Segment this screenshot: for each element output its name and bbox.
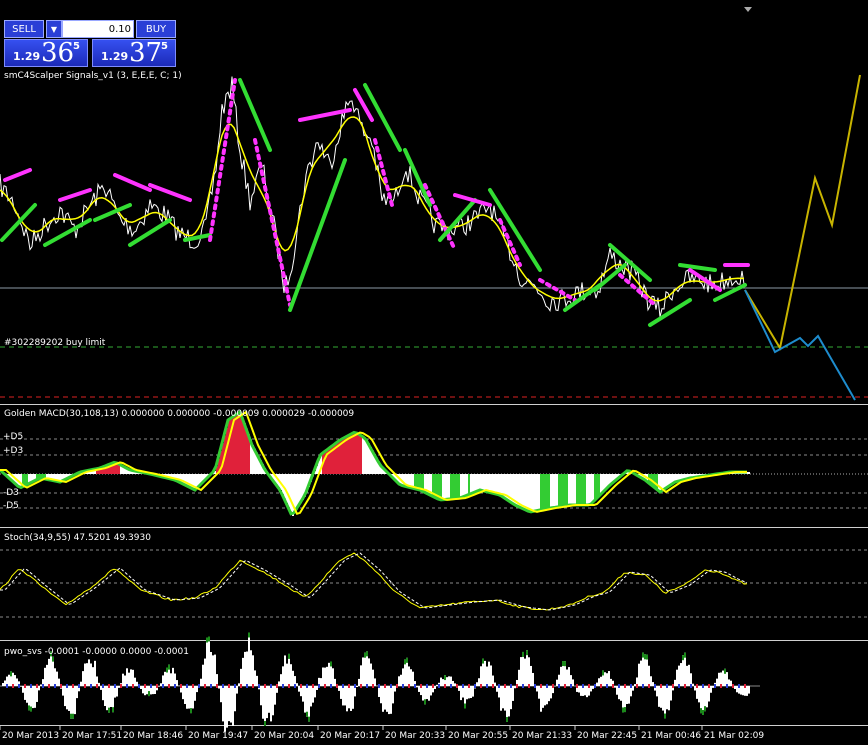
- stoch-level-lines: [0, 549, 868, 618]
- buy-price-main: 37: [129, 38, 163, 68]
- time-axis-label: 20 Mar 20:33: [385, 731, 445, 741]
- macd-level-label: +D5: [3, 432, 23, 442]
- sell-price-sup: 5: [73, 41, 80, 52]
- pwo-indicator-label: pwo_svs -0.0001 -0.0000 0.0000 -0.0001: [4, 647, 189, 657]
- macd-level-label: -D5: [3, 501, 19, 511]
- time-axis-label: 20 Mar 20:17: [320, 731, 380, 741]
- buy-button[interactable]: BUY: [136, 20, 176, 38]
- main-indicator-label: smC4Scalper Signals_v1 (3, E,E,E, C; 1): [4, 71, 182, 81]
- buy-price-sup: 5: [161, 41, 168, 52]
- time-axis-label: 20 Mar 18:46: [123, 731, 183, 741]
- lot-size-input[interactable]: [62, 20, 134, 38]
- macd-level-label: +D3: [3, 446, 23, 456]
- time-axis-label: 20 Mar 2013: [2, 731, 59, 741]
- stoch-indicator-label: Stoch(34,9,55) 47.5201 49.3930: [4, 533, 151, 543]
- buy-price-prefix: 1.29: [101, 50, 129, 63]
- main-price-series: [0, 74, 861, 401]
- one-click-trading-panel: SELL ▼ BUY 1.29 36 5 1.29 37 5: [2, 19, 176, 68]
- stoch-lines: [0, 552, 748, 611]
- chart-canvas[interactable]: smC4Scalper Signals_v1 (3, E,E,E, C; 1) …: [0, 0, 868, 745]
- time-axis: 20 Mar 2013 20 Mar 17:51 20 Mar 18:46 20 Ma…: [0, 726, 764, 741]
- buy-price-box[interactable]: 1.29 37 5: [92, 38, 176, 68]
- time-axis-label: 20 Mar 20:04: [254, 731, 314, 741]
- sell-button[interactable]: SELL: [4, 20, 44, 38]
- time-axis-label: 20 Mar 17:51: [62, 731, 122, 741]
- sell-price-prefix: 1.29: [13, 50, 41, 63]
- sell-price-box[interactable]: 1.29 36 5: [4, 38, 88, 68]
- chevron-down-icon: ▼: [50, 24, 58, 34]
- time-axis-label: 20 Mar 20:55: [448, 731, 508, 741]
- time-axis-label: 21 Mar 02:09: [704, 731, 764, 741]
- chart-shift-marker[interactable]: [744, 7, 752, 12]
- order-label[interactable]: #302289202 buy limit: [4, 338, 106, 348]
- macd-histogram: [0, 409, 750, 516]
- time-axis-label: 20 Mar 22:45: [577, 731, 637, 741]
- macd-indicator-label: Golden MACD(30,108,13) 0.000000 0.000000…: [4, 409, 354, 419]
- time-axis-label: 20 Mar 21:33: [512, 731, 572, 741]
- time-axis-label: 20 Mar 19:47: [188, 731, 248, 741]
- sell-price-main: 36: [41, 38, 75, 68]
- time-axis-label: 21 Mar 00:46: [641, 731, 701, 741]
- lot-dropdown[interactable]: ▼: [46, 20, 62, 38]
- macd-level-label: -D3: [3, 488, 19, 498]
